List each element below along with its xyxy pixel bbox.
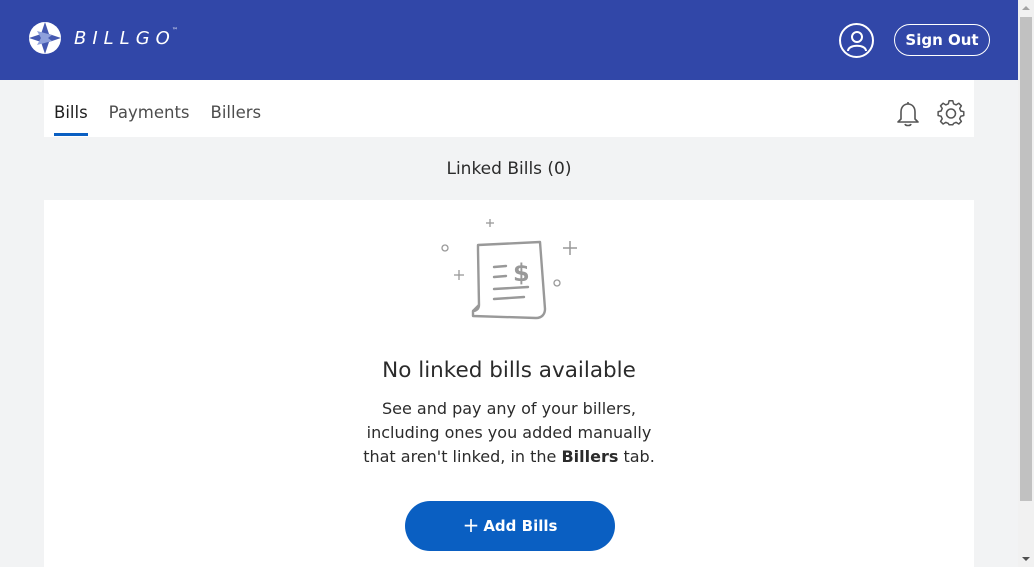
empty-desc-line-3: that aren't linked, in the Billers tab. [44,445,974,469]
logo-wordmark: BILLGO [74,27,176,49]
empty-desc-line-2: including ones you added manually [366,423,652,442]
billgo-logo[interactable]: BILLGO ™ [28,20,178,56]
user-circle-icon [846,30,867,51]
add-bills-label: Add Bills [483,517,558,535]
linked-bills-header: Linked Bills (0) [44,137,974,200]
gear-icon [937,100,965,126]
settings-button[interactable] [937,99,965,127]
main-tabs: Bills Payments Billers [54,80,282,137]
billgo-logo-icon [29,22,61,54]
bell-icon [897,102,919,127]
bills-panel: Bills Payments Billers Linked Bills (0) [44,80,974,567]
empty-desc-line-1: See and pay any of your billers, [381,399,637,418]
scrollbar-thumb[interactable] [1020,17,1032,501]
linked-bills-title: Linked Bills (0) [446,158,572,179]
empty-state-title: No linked bills available [382,358,636,383]
scroll-up-arrow-icon[interactable] [1018,0,1034,16]
account-button[interactable] [839,23,874,58]
notifications-button[interactable] [895,100,921,128]
add-bills-button[interactable]: + Add Bills [405,501,615,551]
sign-out-button[interactable]: Sign Out [894,24,990,56]
empty-desc-line-3-prefix: that aren't linked, in the [363,447,562,466]
tab-payments[interactable]: Payments [109,80,190,137]
top-navigation-bar: BILLGO ™ Sign Out [0,0,1018,80]
billers-tab-reference: Billers [561,447,619,466]
trademark-symbol: ™ [171,26,178,34]
svg-text:$: $ [513,259,530,287]
tab-billers[interactable]: Billers [211,80,262,137]
receipt-dollar-icon: $ [441,219,577,320]
plus-icon: + [462,513,480,537]
empty-state-description: See and pay any of your billers, includi… [44,397,974,469]
vertical-scrollbar[interactable] [1018,0,1034,567]
empty-desc-line-3-suffix: tab. [618,447,655,466]
tab-bills[interactable]: Bills [54,80,88,137]
scroll-down-arrow-icon[interactable] [1018,551,1034,567]
